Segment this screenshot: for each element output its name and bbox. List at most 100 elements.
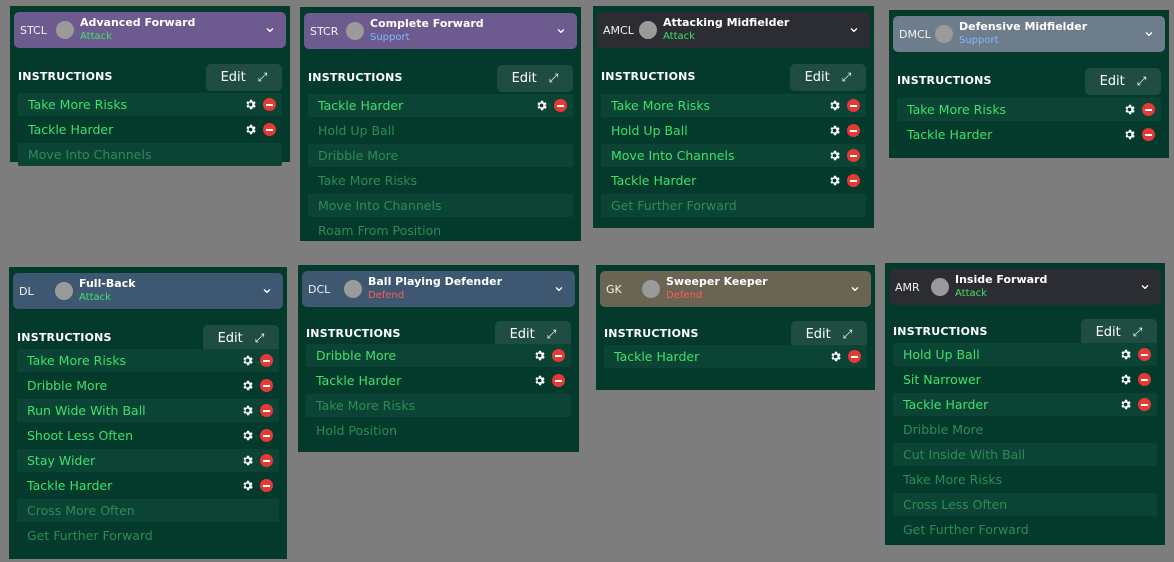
remove-icon[interactable] [260,354,273,367]
gear-icon[interactable] [241,404,254,417]
remove-icon[interactable] [263,123,276,136]
gear-icon[interactable] [1123,103,1136,116]
remove-icon[interactable] [260,379,273,392]
instruction-item[interactable]: Tackle Harder [897,123,1161,146]
edit-label: Edit [511,71,537,86]
remove-icon[interactable] [260,454,273,467]
instruction-item[interactable]: Shoot Less Often [17,424,279,447]
edit-button[interactable]: Edit ⤢ [1085,68,1161,95]
gear-icon[interactable] [1123,128,1136,141]
instructions-title: INSTRUCTIONS [897,74,992,87]
gear-icon[interactable] [241,354,254,367]
instruction-item[interactable]: Tackle Harder [604,345,867,368]
remove-icon[interactable] [1138,398,1151,411]
role-selector[interactable]: STCL Advanced Forward Attack ⌄ [14,12,286,48]
instruction-label: Move Into Channels [28,147,152,162]
remove-icon[interactable] [260,429,273,442]
edit-button[interactable]: Edit ⤢ [206,64,282,91]
gear-icon[interactable] [828,124,841,137]
instruction-item[interactable]: Dribble More [306,344,571,367]
instruction-actions [535,99,567,112]
remove-icon[interactable] [260,479,273,492]
instruction-item[interactable]: Tackle Harder [601,169,866,192]
remove-icon[interactable] [554,99,567,112]
gear-icon[interactable] [241,429,254,442]
remove-icon[interactable] [848,350,861,363]
edit-button[interactable]: Edit ⤢ [1081,319,1157,346]
instruction-item[interactable]: Run Wide With Ball [17,399,279,422]
instruction-item: Cut Inside With Ball [893,443,1157,466]
edit-button[interactable]: Edit ⤢ [791,321,867,348]
remove-icon[interactable] [847,124,860,137]
gear-icon[interactable] [535,99,548,112]
instruction-item[interactable]: Tackle Harder [893,393,1157,416]
instruction-item[interactable]: Tackle Harder [17,474,279,497]
instruction-item[interactable]: Move Into Channels [601,144,866,167]
gear-icon[interactable] [1119,373,1132,386]
instruction-item[interactable]: Tackle Harder [18,118,282,141]
gear-icon[interactable] [828,149,841,162]
instruction-item[interactable]: Sit Narrower [893,368,1157,391]
instruction-item[interactable]: Tackle Harder [308,94,573,117]
instruction-actions [828,149,860,162]
gear-icon[interactable] [244,98,257,111]
remove-icon[interactable] [1142,103,1155,116]
edit-button[interactable]: Edit ⤢ [497,65,573,92]
gear-icon[interactable] [533,349,546,362]
gear-icon[interactable] [1119,398,1132,411]
chevron-down-icon[interactable]: ⌄ [262,19,278,35]
expand-icon: ⤢ [841,70,852,84]
instruction-item[interactable]: Take More Risks [897,98,1161,121]
remove-icon[interactable] [263,98,276,111]
chevron-down-icon[interactable]: ⌄ [553,20,569,36]
instruction-item[interactable]: Take More Risks [18,93,282,116]
gear-icon[interactable] [244,123,257,136]
chevron-down-icon[interactable]: ⌄ [847,278,863,294]
instruction-item[interactable]: Take More Risks [17,349,279,372]
remove-icon[interactable] [1138,348,1151,361]
role-selector[interactable]: AMR Inside Forward Attack ⌄ [889,269,1161,305]
instruction-item[interactable]: Dribble More [17,374,279,397]
role-selector[interactable]: AMCL Attacking Midfielder Attack ⌄ [597,12,870,48]
instruction-item[interactable]: Hold Up Ball [893,343,1157,366]
instruction-actions [241,429,273,442]
edit-button[interactable]: Edit ⤢ [790,64,866,91]
remove-icon[interactable] [260,404,273,417]
instruction-item[interactable]: Take More Risks [601,94,866,117]
instruction-item: Roam From Position [308,219,573,242]
instruction-label: Tackle Harder [903,397,989,412]
remove-icon[interactable] [552,349,565,362]
gear-icon[interactable] [1119,348,1132,361]
chevron-down-icon[interactable]: ⌄ [1137,276,1153,292]
remove-icon[interactable] [1142,128,1155,141]
remove-icon[interactable] [847,174,860,187]
role-selector[interactable]: GK Sweeper Keeper Defend ⌄ [600,271,871,307]
gear-icon[interactable] [241,479,254,492]
role-selector[interactable]: DL Full-Back Attack ⌄ [13,273,283,309]
role-selector[interactable]: STCR Complete Forward Support ⌄ [304,13,577,49]
remove-icon[interactable] [1138,373,1151,386]
chevron-down-icon[interactable]: ⌄ [846,19,862,35]
instruction-item[interactable]: Hold Up Ball [601,119,866,142]
gear-icon[interactable] [829,350,842,363]
role-icon [642,280,660,298]
remove-icon[interactable] [847,149,860,162]
gear-icon[interactable] [241,454,254,467]
instruction-item: Take More Risks [308,169,573,192]
expand-icon: ⤢ [546,327,557,341]
role-selector[interactable]: DCL Ball Playing Defender Defend ⌄ [302,271,575,307]
chevron-down-icon[interactable]: ⌄ [551,278,567,294]
edit-button[interactable]: Edit ⤢ [203,325,279,352]
chevron-down-icon[interactable]: ⌄ [259,280,275,296]
gear-icon[interactable] [533,374,546,387]
gear-icon[interactable] [828,174,841,187]
gear-icon[interactable] [241,379,254,392]
gear-icon[interactable] [828,99,841,112]
expand-icon: ⤢ [1132,325,1143,339]
remove-icon[interactable] [552,374,565,387]
remove-icon[interactable] [847,99,860,112]
role-selector[interactable]: DMCL Defensive Midfielder Support ⌄ [893,16,1165,52]
instruction-item[interactable]: Stay Wider [17,449,279,472]
chevron-down-icon[interactable]: ⌄ [1141,23,1157,39]
instruction-item[interactable]: Tackle Harder [306,369,571,392]
